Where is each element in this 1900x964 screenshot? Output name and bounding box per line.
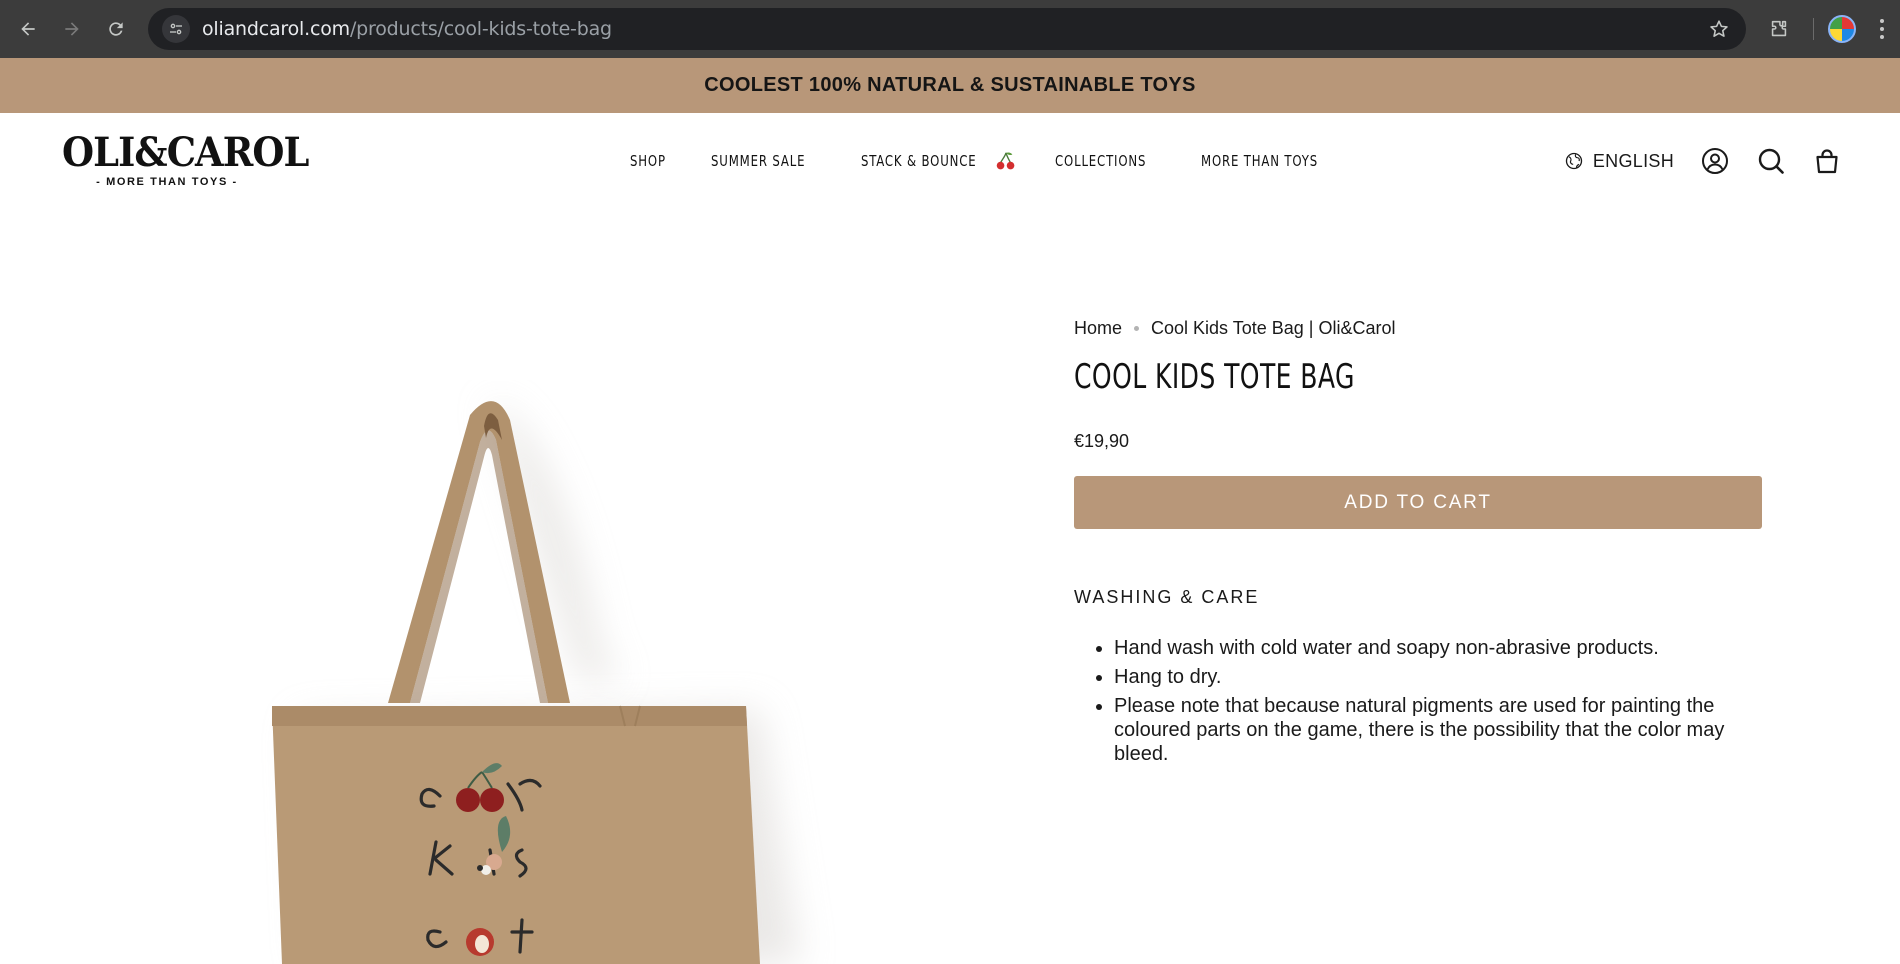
care-instructions-list: Hand wash with cold water and soapy non-… [1074, 636, 1764, 766]
forward-button[interactable] [54, 11, 90, 47]
profile-avatar[interactable] [1828, 15, 1856, 43]
washing-care-heading: WASHING & CARE [1074, 587, 1260, 607]
language-label: ENGLISH [1592, 150, 1674, 171]
product-price: €19,90 [1074, 431, 1130, 451]
nav-stack-and-bounce[interactable]: STACK & BOUNCE [861, 152, 977, 170]
announcement-bar: COOLEST 100% NATURAL & SUSTAINABLE TOYS [0, 58, 1900, 113]
bookmark-star-icon[interactable] [1708, 18, 1730, 40]
search-button[interactable] [1756, 146, 1786, 176]
list-item: Please note that because natural pigment… [1114, 694, 1764, 766]
browser-actions [1761, 0, 1900, 58]
product-info: Home Cool Kids Tote Bag | Oli&Carol COOL… [1074, 318, 1764, 771]
breadcrumb-home[interactable]: Home [1074, 318, 1122, 339]
shopping-bag-icon [1816, 149, 1838, 174]
product-image[interactable] [240, 380, 860, 964]
account-icon [1702, 148, 1728, 174]
globe-icon [1565, 152, 1583, 170]
cherry-icon [996, 152, 1014, 170]
browser-toolbar: oliandcarol.com/products/cool-kids-tote-… [0, 0, 1900, 58]
arrow-right-icon [65, 22, 79, 36]
header-actions: ENGLISH [1564, 113, 1842, 209]
nav-summer-sale[interactable]: SUMMER SALE [711, 152, 805, 170]
breadcrumb-current: Cool Kids Tote Bag | Oli&Carol [1151, 318, 1396, 338]
product-title: COOL KIDS TOTE BAG [1074, 357, 1355, 397]
language-selector[interactable]: ENGLISH [1564, 151, 1674, 172]
url-path: /products/cool-kids-tote-bag [349, 18, 612, 40]
add-to-cart-label: ADD TO CART [1344, 491, 1492, 513]
back-button[interactable] [10, 11, 46, 47]
account-button[interactable] [1700, 146, 1730, 176]
extensions-button[interactable] [1761, 11, 1797, 47]
url-host: oliandcarol.com [202, 18, 350, 40]
address-bar[interactable]: oliandcarol.com/products/cool-kids-tote-… [148, 8, 1746, 50]
puzzle-icon [1771, 20, 1787, 37]
site-logo[interactable]: OLI&CAROL - MORE THAN TOYS - [62, 129, 309, 191]
site-header: OLI&CAROL - MORE THAN TOYS - SHOP SUMMER… [0, 113, 1900, 209]
list-item: Hand wash with cold water and soapy non-… [1114, 636, 1764, 660]
add-to-cart-button[interactable]: ADD TO CART [1074, 476, 1762, 529]
reload-button[interactable] [98, 11, 134, 47]
list-item: Hang to dry. [1114, 665, 1764, 689]
breadcrumb-separator [1134, 326, 1140, 331]
main-nav: SHOP SUMMER SALE STACK & BOUNCE COLLECTI… [630, 113, 1341, 209]
cart-button[interactable] [1812, 146, 1842, 176]
nav-more-than-toys[interactable]: MORE THAN TOYS [1201, 152, 1318, 170]
logo-tagline: - MORE THAN TOYS - [96, 176, 238, 188]
toolbar-divider [1813, 18, 1814, 40]
nav-collections[interactable]: COLLECTIONS [1055, 152, 1146, 170]
browser-menu-icon[interactable] [1872, 19, 1892, 39]
url-text[interactable]: oliandcarol.com/products/cool-kids-tote-… [202, 18, 612, 40]
search-icon [1758, 148, 1784, 174]
announcement-text: COOLEST 100% NATURAL & SUSTAINABLE TOYS [704, 74, 1196, 96]
logo-wordmark: OLI&CAROL [62, 129, 309, 176]
site-settings-icon[interactable] [162, 15, 190, 43]
breadcrumb: Home Cool Kids Tote Bag | Oli&Carol [1074, 318, 1764, 339]
arrow-left-icon [21, 22, 35, 36]
reload-icon [109, 22, 123, 36]
nav-shop[interactable]: SHOP [630, 152, 666, 170]
